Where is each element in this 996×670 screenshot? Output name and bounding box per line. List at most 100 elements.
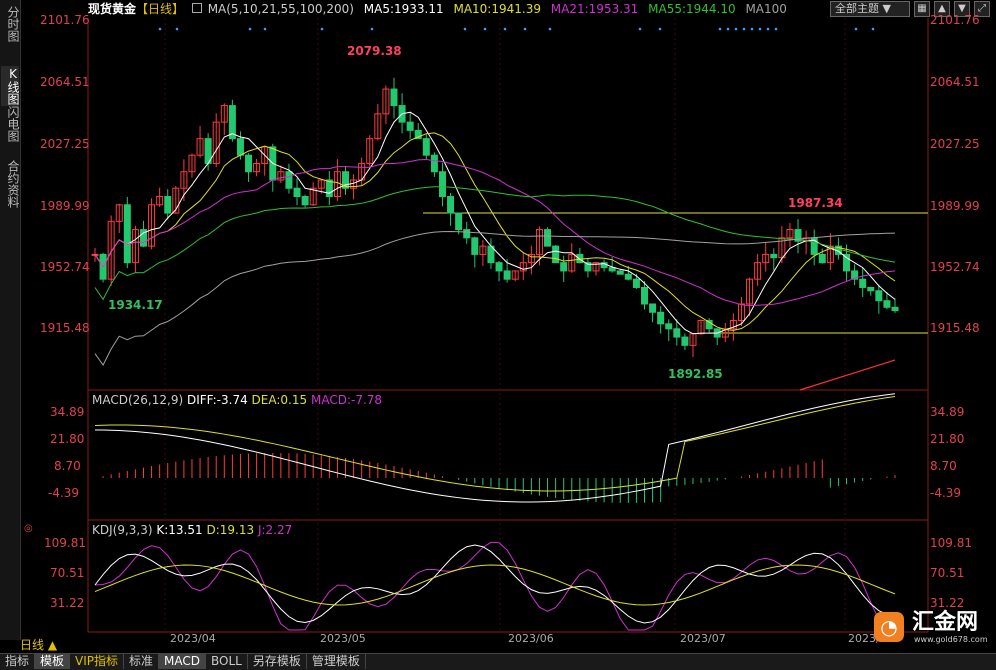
left-axis-tick: 1915.48 (40, 321, 90, 335)
candle-body (576, 253, 584, 264)
candle-body (560, 262, 568, 272)
logo-name: 汇金网 (912, 610, 979, 635)
candle-body (495, 262, 503, 272)
candle-body (245, 154, 253, 173)
high-annotation: 2079.38 (347, 44, 402, 58)
diff-line (94, 393, 896, 503)
kdj-settings-icon[interactable]: ◎ (24, 524, 34, 534)
event-marker (503, 27, 507, 31)
candle-body (665, 323, 673, 330)
candle-body (624, 273, 632, 280)
candle-body (544, 229, 552, 247)
kdj-axis-tick: 31.22 (930, 596, 965, 610)
event-marker (774, 27, 778, 31)
tab-indicator[interactable]: 指标 (0, 654, 36, 669)
kdj-axis-tick: 70.51 (930, 566, 965, 580)
candle-body (673, 328, 681, 338)
kdj-d: D:19.13 (206, 523, 255, 537)
kdj-title: KDJ(9,3,3) K:13.51 D:19.13 J:2.27 (92, 523, 292, 537)
tab-boll[interactable]: BOLL (206, 654, 248, 669)
event-marker (263, 27, 267, 31)
macd-axis-tick: 21.80 (50, 432, 85, 446)
candle-body (891, 306, 899, 312)
tab-macd[interactable]: MACD (159, 654, 207, 669)
candle-body (843, 253, 851, 272)
event-marker (854, 27, 858, 31)
candle-body (285, 171, 293, 189)
site-logo: ◔ 汇金网 www.gold678.com (872, 610, 992, 644)
event-marker (742, 27, 746, 31)
event-marker (370, 27, 374, 31)
candle-body (552, 245, 560, 264)
event-marker (248, 27, 252, 31)
kdj-params: KDJ(9,3,3) (92, 523, 153, 537)
kdj-d-line (94, 564, 896, 606)
ma200-line (799, 359, 896, 391)
left-axis-tick: 2027.25 (40, 137, 90, 151)
ma10-line (94, 132, 896, 331)
event-marker (523, 27, 527, 31)
right-axis-tick: 2101.76 (930, 13, 980, 27)
tab-save-template[interactable]: 另存模板 (248, 654, 307, 669)
macd-axis-tick: 34.89 (930, 405, 965, 419)
event-marker (726, 27, 730, 31)
macd-axis-tick: 8.70 (54, 459, 81, 473)
logo-icon: ◔ (874, 612, 904, 642)
candle-body (447, 196, 455, 214)
period-selector[interactable]: 日线 ▲ (20, 636, 86, 652)
candle-body (859, 278, 867, 288)
macd-title: MACD(26,12,9) DIFF:-3.74 DEA:0.15 MACD:-… (92, 393, 382, 407)
candle-body (632, 278, 640, 288)
left-axis-tick: 1989.99 (40, 199, 90, 213)
candle-body (325, 179, 333, 198)
kdj-k: K:13.51 (156, 523, 203, 537)
tab-manage-template[interactable]: 管理模板 (307, 654, 366, 669)
event-marker (766, 27, 770, 31)
left-axis-tick: 2064.51 (40, 75, 90, 89)
x-axis-label: 2023/06 (508, 632, 554, 645)
macd-axis-tick: 8.70 (930, 459, 957, 473)
candle-body (293, 187, 301, 198)
candle-body (818, 253, 826, 264)
right-axis-tick: 1952.74 (930, 260, 980, 274)
kline-chart[interactable] (0, 0, 996, 669)
candle-body (406, 121, 414, 131)
macd-value: MACD:-7.78 (310, 393, 383, 407)
left-axis-tick: 2101.76 (40, 13, 90, 27)
event-marker (548, 27, 552, 31)
candle-body (164, 196, 172, 214)
kdj-k-line (94, 544, 896, 624)
kdj-j: J:2.27 (257, 523, 293, 537)
macd-axis-tick: -4.39 (930, 486, 962, 500)
candle-body (681, 336, 689, 346)
event-marker (638, 27, 642, 31)
macd-params: MACD(26,12,9) (92, 393, 184, 407)
event-marker (750, 27, 754, 31)
period-label: 日线 (20, 638, 45, 652)
x-axis-label: 2023/04 (170, 632, 216, 645)
macd-diff: DIFF:-3.74 (186, 393, 248, 407)
event-marker (320, 27, 324, 31)
candle-body (123, 204, 131, 264)
candle-body (883, 300, 891, 308)
high2-annotation: 1987.34 (788, 196, 843, 210)
low2-annotation: 1892.85 (668, 367, 723, 381)
x-axis-label: 2023/05 (320, 632, 366, 645)
event-marker (658, 27, 662, 31)
candle-body (640, 286, 648, 305)
event-marker (734, 27, 738, 31)
macd-axis-tick: 34.89 (50, 405, 85, 419)
x-axis: 2023/04 2023/05 2023/06 2023/07 2023/ (88, 632, 928, 646)
tab-standard[interactable]: 标准 (124, 654, 160, 669)
event-marker (483, 27, 487, 31)
event-marker (718, 27, 722, 31)
kdj-axis-tick: 109.81 (930, 536, 972, 550)
logo-url: www.gold678.com (914, 635, 988, 644)
candle-body (430, 154, 438, 173)
tab-vip-indicator[interactable]: VIP指标 (70, 654, 125, 669)
event-marker (158, 27, 162, 31)
candle-body (471, 237, 479, 255)
tab-template[interactable]: 模板 (35, 654, 71, 669)
candle-body (438, 171, 446, 198)
candle-body (770, 253, 778, 259)
